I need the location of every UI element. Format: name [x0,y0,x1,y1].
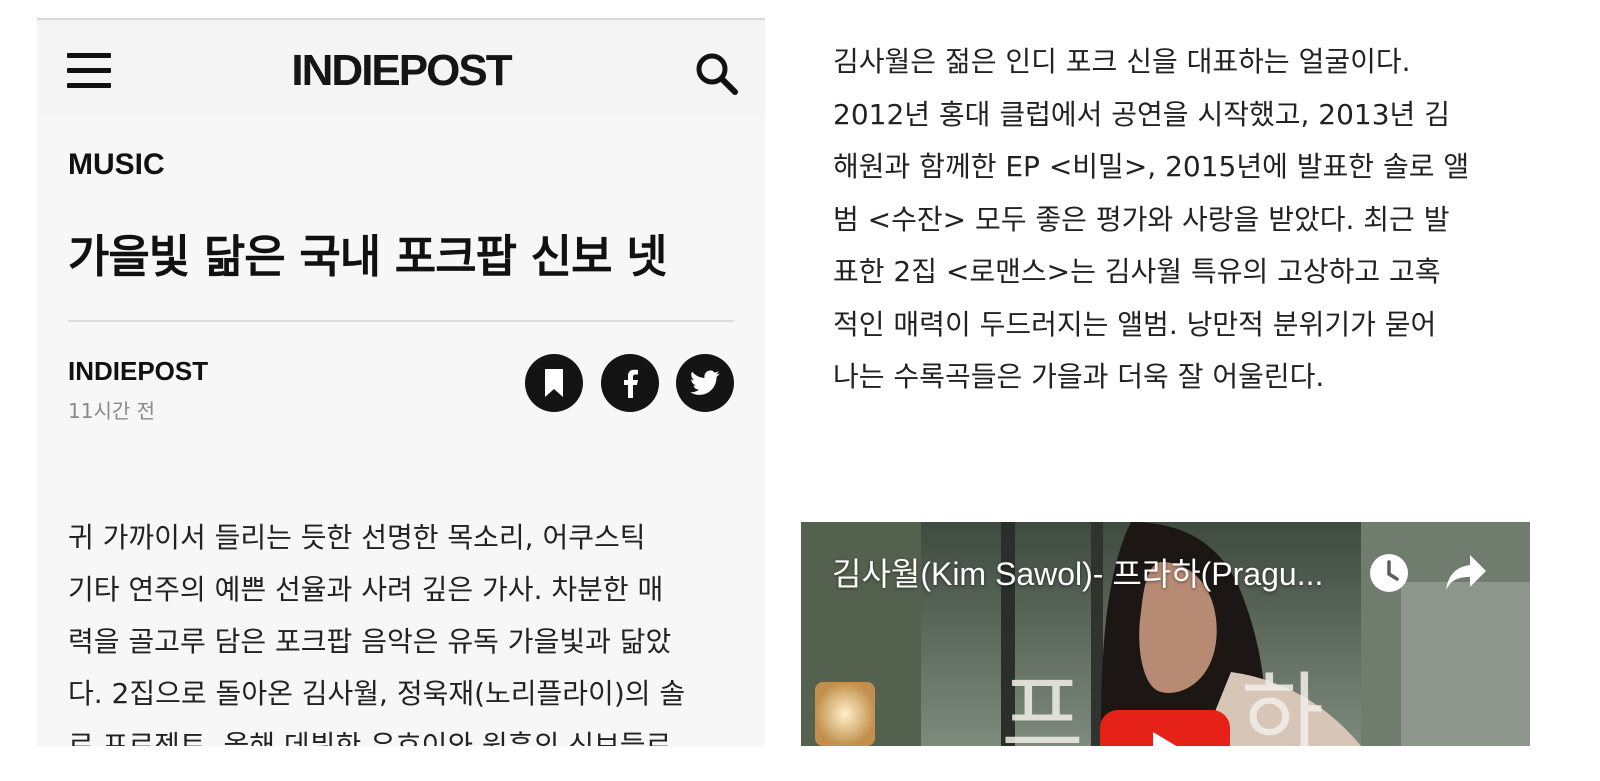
body-line: 해원과 함께한 EP <비밀>, 2015년에 발표한 솔로 앨 [833,150,1470,183]
search-icon[interactable] [693,50,741,98]
video-title[interactable]: 김사월(Kim Sawol)- 프라하(Pragu... [832,549,1323,595]
site-logo[interactable]: INDIEPOST [37,47,765,95]
share-arrow-icon[interactable] [1444,553,1488,593]
twitter-icon [690,370,720,395]
author-name[interactable]: INDIEPOST [68,356,208,387]
svg-text:프: 프 [1001,663,1084,746]
site-header: INDIEPOST [37,20,765,116]
youtube-play-icon[interactable] [1100,710,1230,746]
body-line: 범 <수잔> 모두 좋은 평가와 사랑을 받았다. 최근 발 [833,202,1450,236]
body-line: 기타 연주의 예쁜 선율과 사려 깊은 가사. 차분한 매 [68,573,664,606]
article-body-right: 김사월은 젊은 인디 포크 신을 대표하는 얼굴이다. 2012년 홍대 클럽에… [833,36,1513,404]
publish-time: 11시간 전 [68,399,156,423]
body-line: 로 프로젝트, 올해 데뷔한 우효이와 원흥의 신보들로 [68,729,672,746]
body-line: 2012년 홍대 클럽에서 공연을 시작했고, 2013년 김 [833,97,1450,131]
body-line: 김사월은 젊은 인디 포크 신을 대표하는 얼굴이다. [833,45,1411,78]
body-line: 표한 2집 <로맨스>는 김사월 특유의 고상하고 고혹 [833,255,1441,288]
body-line: 나는 수록곡들은 가을과 더욱 잘 어울린다. [833,360,1325,393]
body-line: 력을 골고루 담은 포크팝 음악은 유독 가을빛과 닮았 [68,625,672,658]
clock-icon[interactable] [1368,552,1410,594]
twitter-share-button[interactable] [676,354,734,412]
article-title: 가을빛 닮은 국내 포크팝 신보 넷 [68,230,668,283]
body-line: 다. 2집으로 돌아온 김사월, 정욱재(노리플라이)의 솔 [68,677,686,710]
facebook-icon [624,369,638,398]
body-line: 귀 가까이서 들리는 듯한 선명한 목소리, 어쿠스틱 [68,521,646,554]
svg-text:하: 하 [1241,663,1324,746]
title-divider [68,320,734,322]
body-line: 적인 매력이 두드러지는 앨범. 낭만적 분위기가 묻어 [833,307,1437,341]
video-embed[interactable]: 프 하 김사월(Kim Sawol)- 프라하(Pragu... [801,522,1530,746]
category-label[interactable]: MUSIC [68,148,165,182]
article-panel: INDIEPOST MUSIC 가을빛 닮은 국내 포크팝 신보 넷 INDIE… [37,18,765,746]
bookmark-button[interactable] [525,354,583,412]
facebook-share-button[interactable] [601,354,659,412]
article-body-left: 귀 가까이서 들리는 듯한 선명한 목소리, 어쿠스틱 기타 연주의 예쁜 선율… [68,512,748,746]
bookmark-icon [545,369,563,397]
